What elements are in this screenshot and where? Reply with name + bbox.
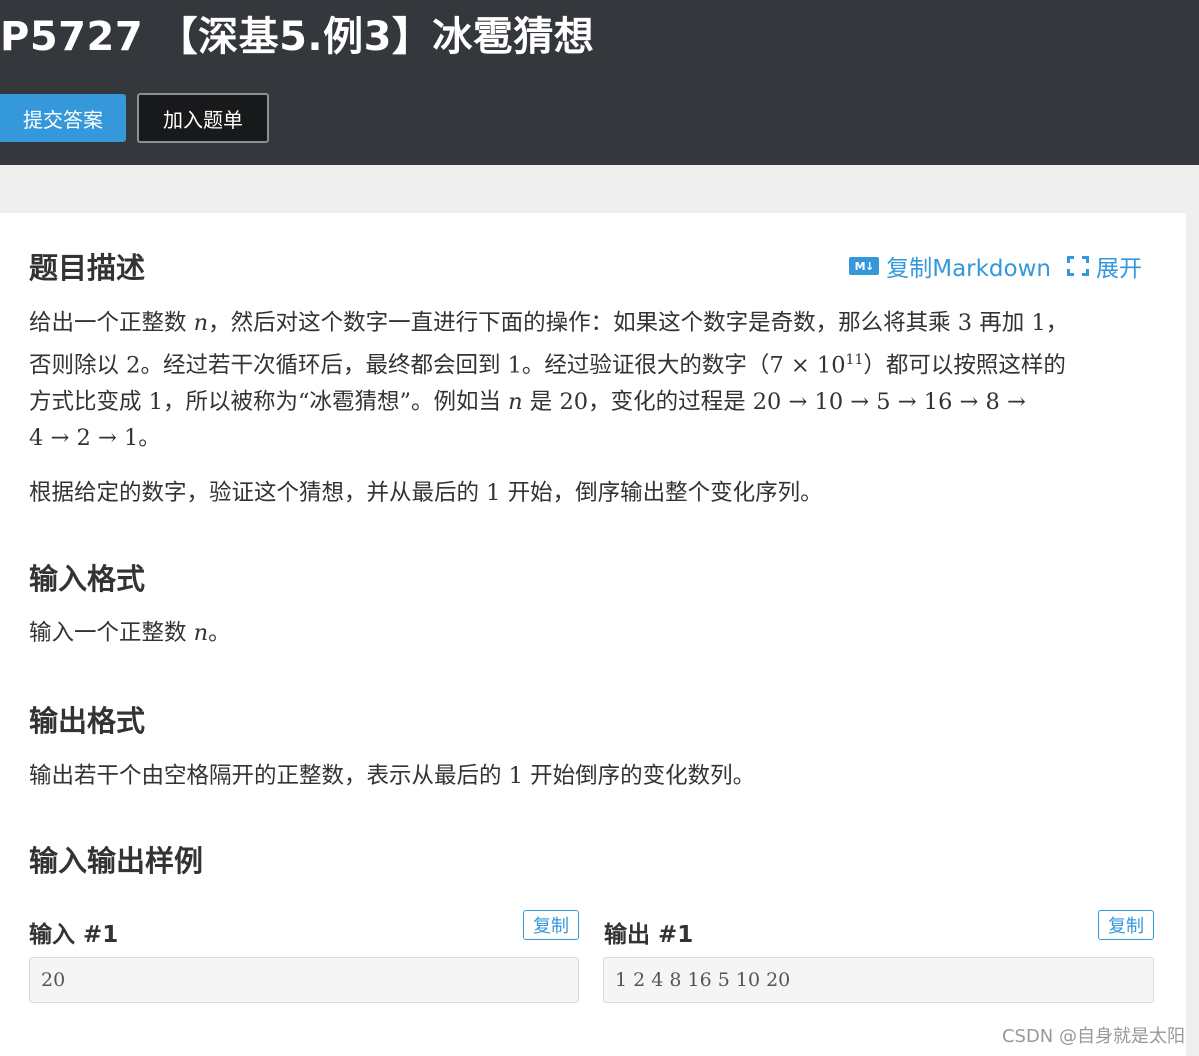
description-line-1: 给出一个正整数 n，然后对这个数字一直进行下面的操作：如果这个数字是奇数，那么将… (29, 310, 1069, 336)
samples-heading: 输入输出样例 (29, 844, 204, 878)
problem-card: M↓ 复制Markdown 展开 题目描述 给出一个正整数 n，然后对这个数字一… (0, 213, 1186, 1056)
expand-button[interactable]: 展开 (1067, 249, 1142, 283)
description-heading: 题目描述 (29, 251, 146, 285)
output-format-heading: 输出格式 (29, 704, 146, 738)
description-paragraph-2: 根据给定的数字，验证这个猜想，并从最后的 1 开始，倒序输出整个变化序列。 (29, 480, 823, 506)
csdn-watermark: CSDN @自身就是太阳 (1001, 1026, 1185, 1047)
description-line-3: 方式比变成 1，所以被称为“冰雹猜想”。例如当 n 是 20，变化的过程是 20… (29, 388, 1026, 415)
page-title: P5727 【深基5.例3】冰雹猜想 (0, 14, 595, 60)
sample-input-label: 输入 #1 (29, 922, 119, 948)
problem-header: P5727 【深基5.例3】冰雹猜想 提交答案 加入题单 (0, 0, 1199, 165)
description-line-2: 否则除以 2。经过若干次循环后，最终都会回到 1。经过验证很大的数字（7 × 1… (29, 351, 1066, 379)
sample-output-label: 输出 #1 (604, 922, 694, 948)
expand-icon (1067, 256, 1089, 276)
description-line-4: 4 → 2 → 1。 (29, 425, 161, 451)
submit-answer-button[interactable]: 提交答案 (0, 94, 126, 142)
output-format-text: 输出若干个由空格隔开的正整数，表示从最后的 1 开始倒序的变化数列。 (29, 763, 756, 789)
input-format-heading: 输入格式 (29, 562, 146, 596)
copy-output-button[interactable]: 复制 (1098, 910, 1154, 940)
copy-markdown-button[interactable]: M↓ 复制Markdown (849, 249, 1051, 283)
markdown-icon: M↓ (849, 257, 880, 275)
add-to-list-button[interactable]: 加入题单 (137, 93, 269, 143)
sample-output-box[interactable]: 1 2 4 8 16 5 10 20 (603, 957, 1154, 1003)
expand-label: 展开 (1096, 256, 1142, 282)
sample-input-box[interactable]: 20 (29, 957, 579, 1003)
input-format-text: 输入一个正整数 n。 (29, 620, 231, 646)
copy-markdown-label: 复制Markdown (886, 256, 1051, 282)
problem-toolbar: M↓ 复制Markdown 展开 (849, 249, 1142, 283)
copy-input-button[interactable]: 复制 (523, 910, 579, 940)
description-paragraph: 给出一个正整数 n，然后对这个数字一直进行下面的操作：如果这个数字是奇数，那么将… (29, 305, 1068, 457)
